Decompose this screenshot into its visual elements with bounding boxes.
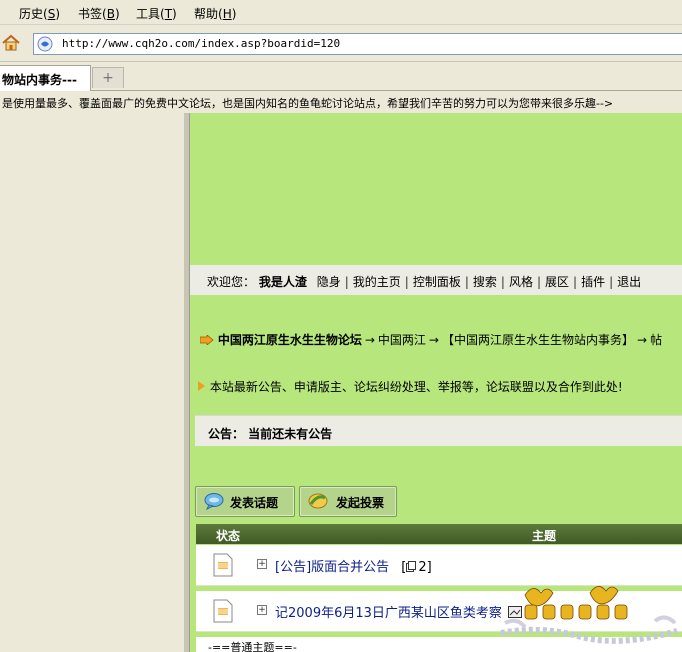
speech-bubble-icon [204, 493, 224, 510]
home-icon[interactable] [2, 34, 20, 52]
topic-row: 记2009年6月13日广西某山区鱼类考察 [275, 602, 523, 621]
breadcrumb: 中国两江原生水生生物论坛 → 中国两江 → 【中国两江原生水生生物站内事务】 → 帖 [199, 331, 663, 348]
new-tab-button[interactable]: + [92, 67, 124, 88]
navigation-toolbar: http://www.cqh2o.com/index.asp?boardid=1… [0, 25, 682, 62]
expand-icon[interactable]: + [257, 605, 267, 615]
document-icon [213, 553, 233, 577]
plus-icon: + [102, 70, 114, 86]
topic-table-header: 状态 主题 [196, 524, 682, 544]
link-search[interactable]: 搜索 [473, 275, 497, 289]
link-gallery[interactable]: 展区 [545, 275, 569, 289]
expand-icon[interactable]: + [257, 559, 267, 569]
username-link[interactable]: 我是人渣 [259, 275, 307, 289]
tab-current[interactable]: 物站内事务--- [0, 65, 91, 91]
menu-tools[interactable]: 工具(T) [136, 5, 177, 22]
bullet-arrow-icon [198, 381, 205, 391]
pages-icon [406, 561, 417, 572]
topic-title-link[interactable]: [公告]版面合并公告 [275, 560, 389, 575]
announcement-text: 公告： 当前还未有公告 [208, 427, 333, 441]
welcome-label: 欢迎您： [207, 275, 256, 289]
menu-history[interactable]: 历史(S) [19, 5, 60, 22]
address-bar[interactable]: http://www.cqh2o.com/index.asp?boardid=1… [33, 33, 682, 55]
link-logout[interactable]: 退出 [617, 275, 641, 289]
board-notice: 本站最新公告、申请版主、论坛纠纷处理、举报等，论坛联盟以及合作到此处! [198, 378, 623, 395]
breadcrumb-category[interactable]: 中国两江 [378, 333, 426, 347]
menu-help[interactable]: 帮助(H) [194, 5, 236, 22]
pointer-icon [199, 334, 214, 346]
link-plugins[interactable]: 插件 [581, 275, 605, 289]
topic-title-link[interactable]: 记2009年6月13日广西某山区鱼类考察 [275, 606, 502, 621]
ticker-text: 是使用量最多、覆盖面最广的免费中文论坛，也是国内知名的鱼龟蛇讨论站点，希望我们辛… [2, 97, 614, 110]
tab-strip: 物站内事务--- + [0, 62, 682, 91]
sidebar-panel [0, 113, 184, 652]
document-icon [213, 599, 233, 623]
breadcrumb-board[interactable]: 【中国两江原生水生生物站内事务】 [442, 333, 634, 347]
header-topic: 主题 [532, 529, 557, 543]
reply-count[interactable]: 2 [418, 560, 426, 575]
topic-row: [公告]版面合并公告 [2] [275, 560, 432, 575]
menu-bookmarks[interactable]: 书签(B) [78, 5, 120, 22]
page-content: 欢迎您： 我是人渣 隐身 | 我的主页 | 控制面板 | 搜索 | 风格 | 展区 | 插件 | 退出 中国… [190, 113, 682, 652]
announcement-box: 公告： 当前还未有公告 [195, 415, 682, 446]
poll-icon [308, 493, 328, 509]
breadcrumb-forum[interactable]: 中国两江原生水生生物论坛 [218, 333, 362, 347]
menu-bar: 历史(S) 书签(B) 工具(T) 帮助(H) [0, 0, 682, 25]
link-invisible[interactable]: 隐身 [317, 275, 341, 289]
link-control-panel[interactable]: 控制面板 [413, 275, 461, 289]
post-poll-button[interactable]: 发起投票 [299, 486, 397, 517]
dragon-watermark-logo [500, 586, 678, 644]
link-style[interactable]: 风格 [509, 275, 533, 289]
user-bar: 欢迎您： 我是人渣 隐身 | 我的主页 | 控制面板 | 搜索 | 风格 | 展区 | 插件 | 退出 [190, 265, 682, 295]
link-my-home[interactable]: 我的主页 [353, 275, 401, 289]
header-status: 状态 [216, 529, 241, 543]
marquee-ticker: 是使用量最多、覆盖面最广的免费中文论坛，也是国内知名的鱼龟蛇讨论站点，希望我们辛… [0, 91, 682, 113]
post-topic-button[interactable]: 发表话题 [195, 486, 295, 517]
page-favicon-icon [37, 36, 53, 52]
breadcrumb-current: 帖 [650, 333, 663, 347]
address-url[interactable]: http://www.cqh2o.com/index.asp?boardid=1… [62, 37, 340, 50]
